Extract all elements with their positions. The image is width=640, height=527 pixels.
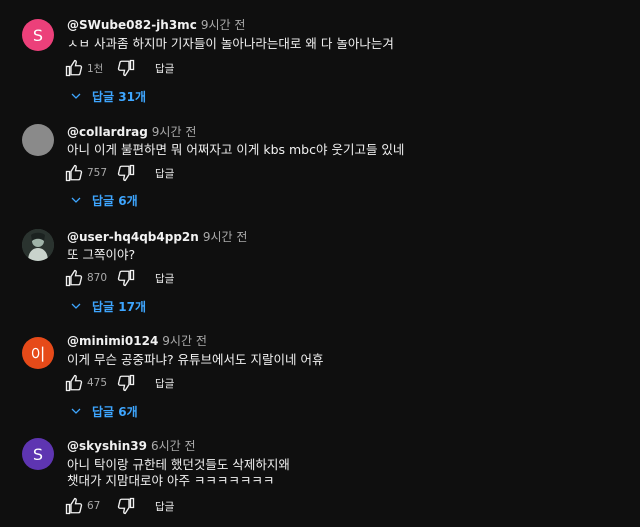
dislike-icon[interactable] (117, 269, 135, 287)
dislike-icon[interactable] (117, 497, 135, 515)
replies-label: 답글 6개 (92, 193, 138, 208)
chevron-down-icon (71, 303, 81, 309)
like-icon[interactable] (65, 269, 83, 287)
reply-button[interactable]: 답글 (155, 166, 174, 181)
like-icon[interactable] (65, 374, 83, 392)
view-replies-button[interactable]: 답글 6개 (70, 190, 138, 210)
comment-author[interactable]: @minimi0124 (67, 334, 158, 348)
comment-text: 이게 무슨 공중파냐? 유튜브에서도 지랄이네 어휴 (67, 352, 324, 367)
dislike-icon[interactable] (117, 374, 135, 392)
chevron-down-icon (71, 197, 81, 203)
comment-actions: 757 답글 (65, 163, 174, 183)
avatar[interactable] (22, 229, 54, 261)
comment-header: @user-hq4qb4pp2n 9시간 전 (67, 229, 247, 245)
dislike-icon[interactable] (117, 164, 135, 182)
view-replies-button[interactable]: 답글 31개 (70, 86, 146, 106)
like-count: 757 (87, 167, 108, 179)
dislike-icon[interactable] (117, 59, 135, 77)
comment-header: @collardrag 9시간 전 (67, 124, 196, 140)
comment-author[interactable]: @skyshin39 (67, 439, 147, 453)
comment-text: 아니 이게 불편하면 뭐 어쩌자고 이게 kbs mbc야 웃기고들 있네 (67, 142, 405, 157)
comment-actions: 1천 답글 (65, 58, 174, 78)
like-icon[interactable] (65, 164, 83, 182)
comment-time[interactable]: 9시간 전 (201, 18, 246, 32)
view-replies-button[interactable]: 답글 6개 (70, 401, 138, 421)
comment-actions: 67 답글 (65, 496, 174, 516)
avatar[interactable] (22, 124, 54, 156)
comment-time[interactable]: 6시간 전 (151, 439, 196, 453)
comment-text: 챗대가 지맘대로야 아주 ㅋㅋㅋㅋㅋㅋㅋ (67, 473, 275, 488)
comment-header: @skyshin39 6시간 전 (67, 438, 196, 454)
chevron-down-icon (71, 408, 81, 414)
avatar[interactable]: 이 (22, 337, 54, 369)
reply-button[interactable]: 답글 (155, 376, 174, 391)
like-icon[interactable] (65, 59, 83, 77)
replies-label: 답글 31개 (92, 89, 146, 104)
like-count: 475 (87, 377, 108, 389)
reply-button[interactable]: 답글 (155, 61, 174, 76)
chevron-down-icon (71, 93, 81, 99)
comment-time[interactable]: 9시간 전 (152, 125, 197, 139)
comment-time[interactable]: 9시간 전 (203, 230, 248, 244)
replies-label: 답글 17개 (92, 299, 146, 314)
comment-actions: 475 답글 (65, 373, 174, 393)
comment-time[interactable]: 9시간 전 (162, 334, 207, 348)
avatar[interactable]: S (22, 19, 54, 51)
like-icon[interactable] (65, 497, 83, 515)
reply-button[interactable]: 답글 (155, 271, 174, 286)
comment-actions: 870 답글 (65, 268, 174, 288)
like-count: 1천 (87, 62, 104, 75)
comment-author[interactable]: @SWube082-jh3mc (67, 18, 197, 32)
avatar[interactable]: S (22, 438, 54, 470)
replies-label: 답글 6개 (92, 404, 138, 419)
like-count: 67 (87, 500, 101, 512)
comment-author[interactable]: @user-hq4qb4pp2n (67, 230, 199, 244)
comment-text: 또 그쪽이야? (67, 247, 136, 262)
comment-author[interactable]: @collardrag (67, 125, 148, 139)
comment-text: ㅅㅂ 사과좀 하지마 기자들이 놀아나라는대로 왜 다 놀아나는겨 (67, 36, 394, 51)
avatar-image (22, 229, 54, 261)
like-count: 870 (87, 272, 108, 284)
reply-button[interactable]: 답글 (155, 499, 174, 514)
view-replies-button[interactable]: 답글 17개 (70, 296, 146, 316)
comment-header: @minimi0124 9시간 전 (67, 333, 207, 349)
comment-header: @SWube082-jh3mc 9시간 전 (67, 17, 245, 33)
